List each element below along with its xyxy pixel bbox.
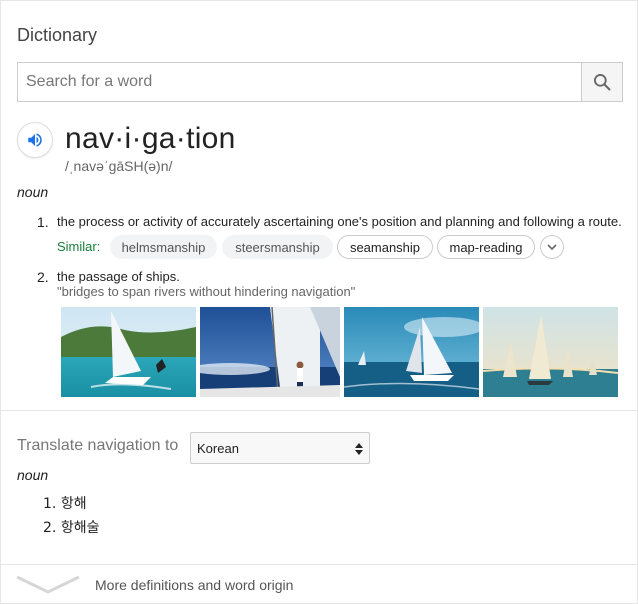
section-divider: [1, 410, 638, 411]
translation-number: 1.: [43, 496, 57, 512]
dictionary-title: Dictionary: [17, 25, 98, 45]
translation-number: 2.: [43, 520, 57, 536]
translate-label: Translate navigation to: [17, 437, 179, 454]
definition-text: the process or activity of accurately as…: [57, 214, 622, 229]
translation-item: 2. 항해술: [43, 517, 99, 537]
translation-text: 항해: [60, 496, 87, 512]
language-select[interactable]: Korean: [190, 432, 370, 464]
similar-chip-map-reading[interactable]: map-reading: [437, 235, 535, 259]
language-select-value: Korean: [197, 440, 239, 456]
section-divider: [1, 564, 638, 565]
more-definitions-link[interactable]: More definitions and word origin: [95, 577, 293, 593]
definition-text: the passage of ships.: [57, 269, 180, 284]
headword: nav·i·ga·tion: [65, 122, 236, 155]
image-sail-crew-deck[interactable]: [200, 307, 340, 397]
definition-example: "bridges to span rivers without hinderin…: [57, 284, 356, 299]
image-sailboat-blue-sea[interactable]: [344, 307, 479, 397]
similar-label: Similar:: [57, 239, 101, 254]
search-button[interactable]: [581, 63, 622, 101]
chevron-down-icon: [547, 244, 557, 251]
translation-part-of-speech: noun: [17, 467, 49, 483]
translation-item: 1. 항해: [43, 493, 87, 513]
definition-number: 2.: [37, 269, 49, 285]
search-icon: [594, 74, 611, 91]
pronunciation-audio-button[interactable]: [17, 122, 53, 158]
similar-chip-helmsmanship[interactable]: helmsmanship: [110, 235, 217, 259]
phonetic-spelling: /ˌnavəˈɡāSH(ə)n/: [65, 158, 173, 174]
search-box: [17, 62, 623, 102]
select-arrows-icon: [355, 443, 363, 455]
search-input[interactable]: [18, 63, 581, 101]
similar-chip-steersmanship[interactable]: steersmanship: [222, 235, 333, 259]
expand-chevron-icon[interactable]: [15, 574, 81, 596]
similar-expand-button[interactable]: [540, 235, 564, 259]
speaker-icon: [28, 133, 42, 147]
dictionary-card: Dictionary nav·i·ga·tion /ˌnavəˈɡāSH(ə)n…: [0, 0, 638, 604]
definition-number: 1.: [37, 214, 49, 230]
translation-text: 항해술: [60, 520, 100, 536]
image-regatta-sunset[interactable]: [483, 307, 618, 397]
part-of-speech: noun: [17, 184, 49, 200]
similar-chip-seamanship[interactable]: seamanship: [337, 235, 433, 259]
image-sailboat-racer[interactable]: [61, 307, 196, 397]
